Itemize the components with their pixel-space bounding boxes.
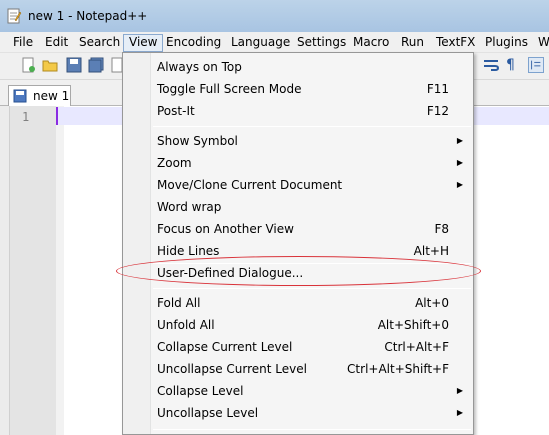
shortcut-label: Alt+H (413, 244, 449, 258)
menu-item-uncollapse-current-level[interactable]: Uncollapse Current Level Ctrl+Alt+Shift+… (151, 358, 473, 380)
line-number-gutter (10, 106, 56, 435)
menu-run[interactable]: Run (396, 34, 429, 52)
wrap-icon[interactable] (483, 57, 499, 73)
submenu-arrow-icon: ▶ (456, 180, 463, 189)
menu-language[interactable]: Language (226, 34, 295, 52)
indent-guide-icon[interactable] (528, 57, 544, 73)
menu-item-unfold-all[interactable]: Unfold All Alt+Shift+0 (151, 314, 473, 336)
menu-icon-column (123, 53, 151, 434)
menu-item-fold-all[interactable]: Fold All Alt+0 (151, 292, 473, 314)
saved-document-icon (13, 89, 27, 103)
view-menu-dropdown: Always on Top Toggle Full Screen Mode F1… (122, 52, 474, 435)
shortcut-label: Alt+Shift+0 (377, 318, 449, 332)
submenu-arrow-icon: ▶ (456, 158, 463, 167)
show-all-characters-icon[interactable]: ¶ (506, 57, 522, 73)
window-title: new 1 - Notepad++ (28, 9, 148, 23)
menu-encoding[interactable]: Encoding (161, 34, 226, 52)
menu-item-always-on-top[interactable]: Always on Top (151, 56, 473, 78)
menu-item-collapse-current-level[interactable]: Collapse Current Level Ctrl+Alt+F (151, 336, 473, 358)
submenu-arrow-icon: ▶ (456, 408, 463, 417)
shortcut-label: Ctrl+Alt+F (384, 340, 449, 354)
tab-label: new 1 (33, 89, 70, 103)
menu-plugins[interactable]: Plugins (480, 34, 533, 52)
open-file-icon[interactable] (42, 57, 58, 73)
menu-item-toggle-full-screen[interactable]: Toggle Full Screen Mode F11 (151, 78, 473, 100)
tab-new-1[interactable]: new 1 (8, 85, 71, 106)
menu-item-focus-another-view[interactable]: Focus on Another View F8 (151, 218, 473, 240)
menu-view[interactable]: View (123, 34, 164, 52)
menu-item-zoom[interactable]: Zoom ▶ (151, 152, 473, 174)
fold-margin (56, 106, 64, 435)
menu-window[interactable]: W (533, 34, 549, 52)
menu-item-word-wrap[interactable]: Word wrap (151, 196, 473, 218)
menu-macro[interactable]: Macro (348, 34, 394, 52)
menu-separator (153, 429, 471, 430)
menu-file[interactable]: File (8, 34, 38, 52)
shortcut-label: Ctrl+Alt+Shift+F (347, 362, 449, 376)
notepadpp-app-icon (7, 8, 22, 24)
shortcut-label: F11 (426, 82, 449, 96)
menu-separator (153, 126, 471, 127)
menu-item-post-it[interactable]: Post-It F12 (151, 100, 473, 122)
save-icon[interactable] (66, 57, 82, 73)
shortcut-label: Alt+0 (415, 296, 449, 310)
menu-search[interactable]: Search (74, 34, 125, 52)
menu-separator (153, 288, 471, 289)
submenu-arrow-icon: ▶ (456, 136, 463, 145)
line-number: 1 (22, 110, 30, 124)
menu-item-collapse-level[interactable]: Collapse Level ▶ (151, 380, 473, 402)
shortcut-label: F8 (434, 222, 449, 236)
menu-bar: File Edit Search View Encoding Language … (0, 32, 549, 53)
editor-left-margin (0, 106, 10, 435)
annotation-highlight-oval (116, 256, 481, 286)
shortcut-label: F12 (426, 104, 449, 118)
menu-settings[interactable]: Settings (292, 34, 351, 52)
submenu-arrow-icon: ▶ (456, 386, 463, 395)
menu-item-show-symbol[interactable]: Show Symbol ▶ (151, 130, 473, 152)
title-bar: new 1 - Notepad++ (0, 0, 549, 32)
new-file-icon[interactable] (20, 57, 36, 73)
menu-item-move-clone-document[interactable]: Move/Clone Current Document ▶ (151, 174, 473, 196)
menu-edit[interactable]: Edit (40, 34, 73, 52)
menu-textfx[interactable]: TextFX (431, 34, 480, 52)
save-all-icon[interactable] (88, 57, 104, 73)
menu-item-uncollapse-level[interactable]: Uncollapse Level ▶ (151, 402, 473, 424)
